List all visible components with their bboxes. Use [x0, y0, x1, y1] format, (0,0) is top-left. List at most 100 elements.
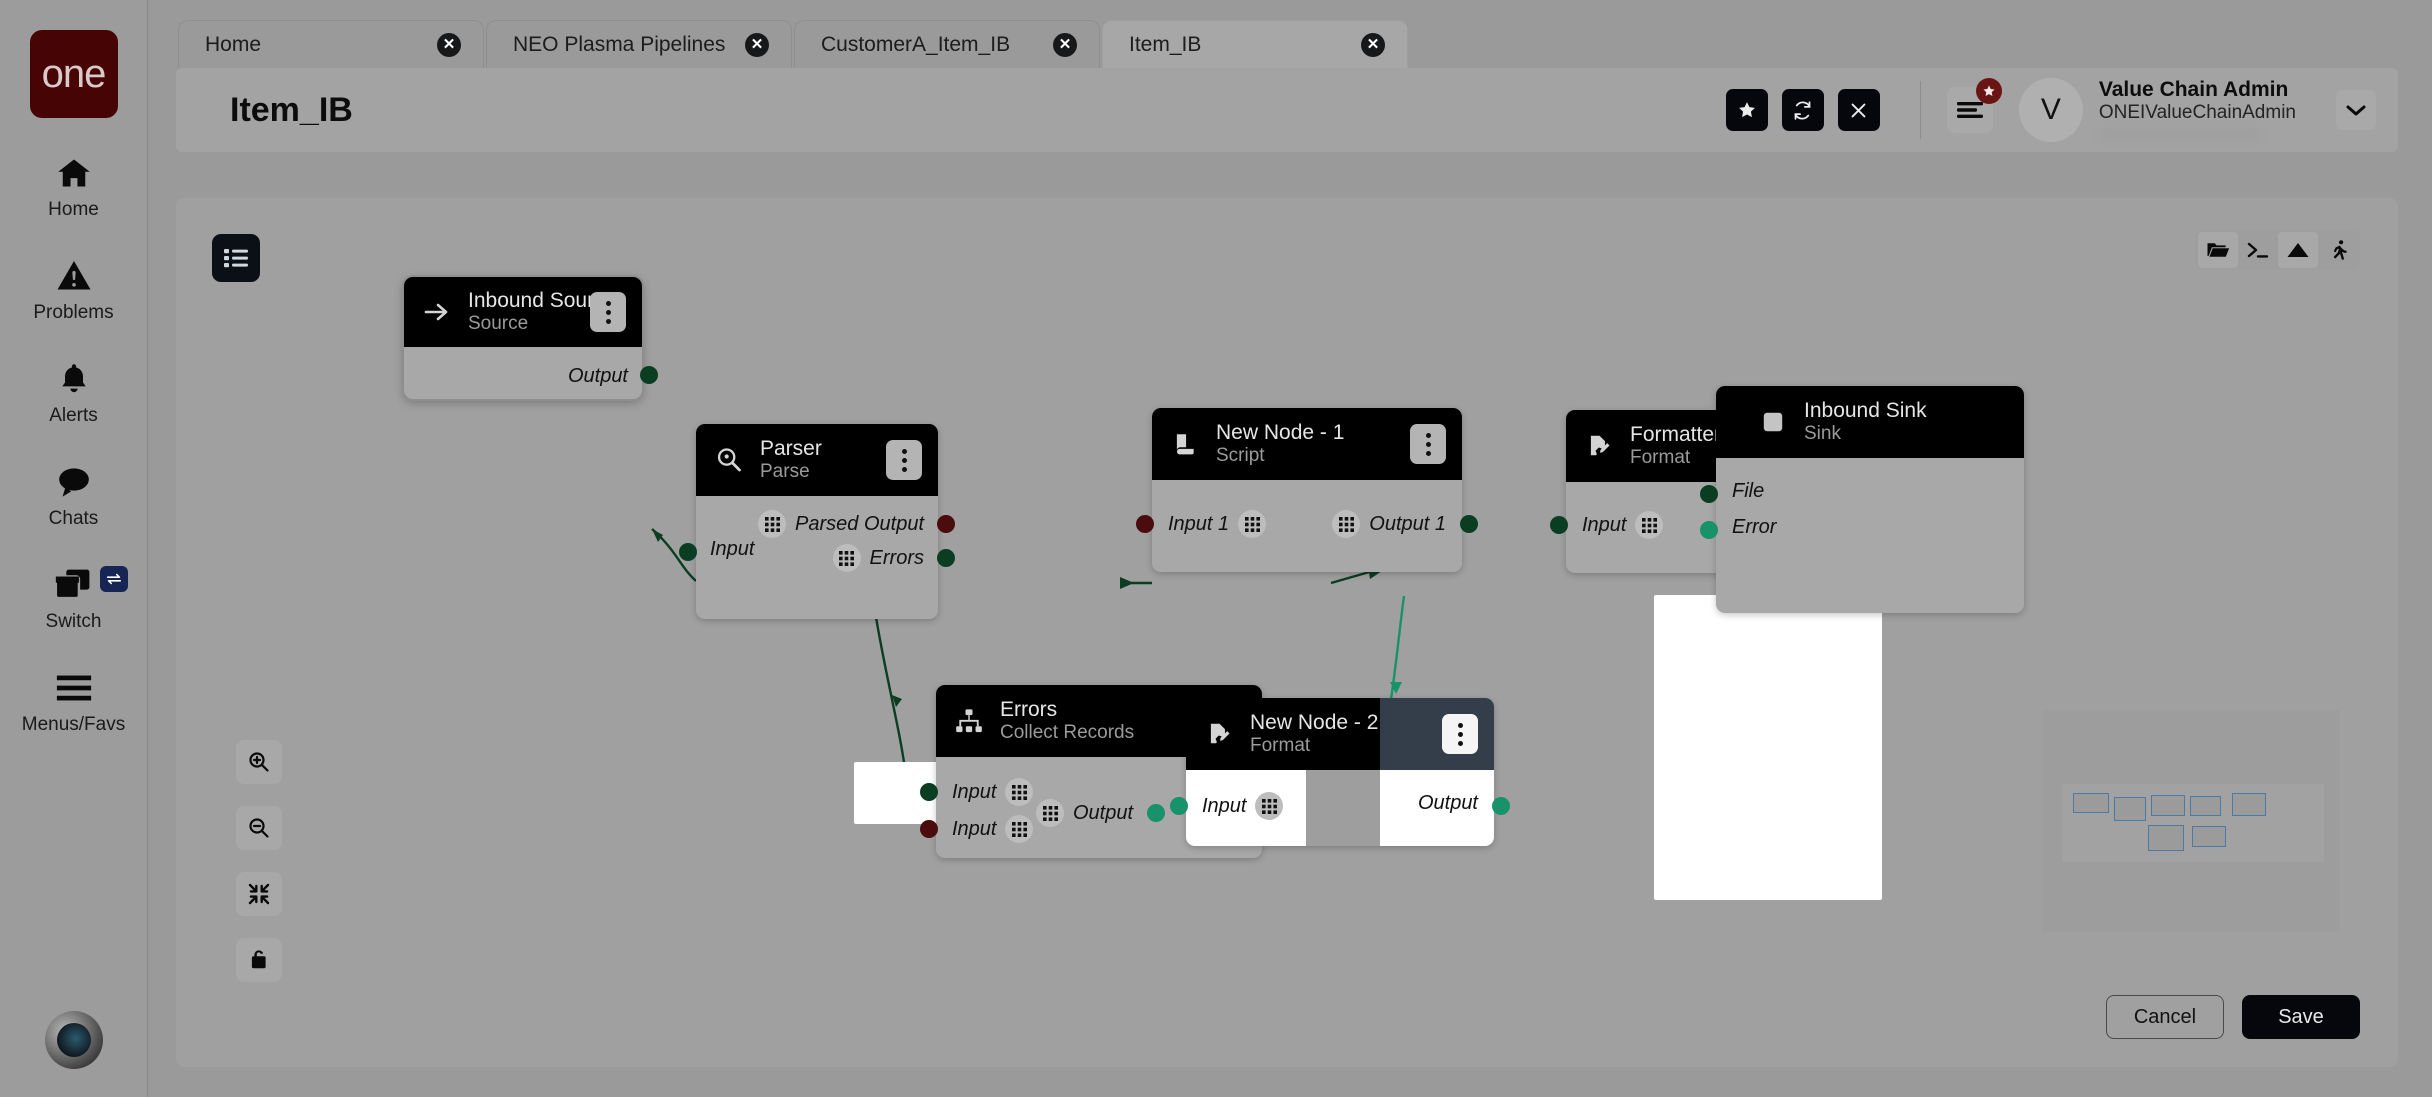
tab-label: Item_IB: [1129, 32, 1202, 56]
chevron-down-icon: [2346, 105, 2366, 116]
fit-to-screen-button[interactable]: [236, 872, 282, 916]
port-input[interactable]: Input: [1170, 792, 1284, 820]
run-tool[interactable]: [2318, 232, 2358, 268]
node-title: Errors: [1000, 697, 1058, 721]
port-dot[interactable]: [640, 366, 658, 384]
redacted-field: [2098, 126, 2259, 143]
lock-toggle-button[interactable]: [236, 938, 282, 982]
port-parsed-output[interactable]: Parsed Output: [758, 510, 955, 538]
port-dot[interactable]: [1700, 521, 1718, 539]
tab-label: CustomerA_Item_IB: [821, 32, 1011, 56]
sidebar-item-label: Problems: [33, 302, 114, 323]
close-icon[interactable]: ✕: [437, 32, 461, 57]
node-new-node-2[interactable]: New Node - 2 Format Input Output: [1170, 698, 1510, 846]
node-menu-button[interactable]: [1442, 714, 1478, 754]
node-titles: New Node - 2 Format: [1250, 711, 1428, 758]
port-label: Parsed Output: [795, 512, 924, 535]
port-dot[interactable]: [1460, 515, 1478, 533]
avatar-inner: [56, 1023, 91, 1057]
minimap-node: [2232, 793, 2266, 816]
port-dot[interactable]: [937, 515, 955, 533]
close-icon[interactable]: ✕: [1053, 32, 1077, 57]
port-dot[interactable]: [1136, 515, 1154, 533]
cancel-button[interactable]: Cancel: [2106, 995, 2224, 1039]
node-parser[interactable]: Parser Parse Parsed Output Input Errors: [679, 424, 955, 619]
image-tool[interactable]: [2278, 232, 2318, 268]
port-input[interactable]: Input: [679, 538, 754, 561]
port-dot[interactable]: [920, 783, 938, 801]
port-output[interactable]: Output: [568, 359, 658, 393]
port-label: Input: [952, 780, 997, 803]
close-icon[interactable]: ✕: [1361, 32, 1385, 57]
port-output-1[interactable]: Output 1: [1332, 510, 1478, 538]
collapse-arrows-icon: [248, 883, 270, 905]
port-dot[interactable]: [1170, 797, 1188, 815]
node-title: Parser: [760, 436, 822, 460]
swap-arrows-icon[interactable]: [99, 566, 128, 592]
zoom-in-button[interactable]: [236, 740, 282, 784]
port-dot[interactable]: [1550, 516, 1568, 534]
sidebar-item-chats[interactable]: Chats: [14, 461, 134, 530]
grid-icon: [1255, 792, 1284, 820]
port-label: Output 1: [1369, 512, 1446, 535]
brand-logo[interactable]: one: [29, 30, 118, 118]
terminal-tool[interactable]: [2238, 232, 2278, 268]
node-header: New Node - 2 Format: [1186, 698, 1494, 770]
node-inbound-sink[interactable]: Inbound Sink Sink File Error: [1700, 386, 2024, 613]
tab-item-ib[interactable]: Item_IB ✕: [1102, 20, 1408, 68]
grid-icon: [1635, 511, 1664, 539]
port-dot[interactable]: [1700, 485, 1718, 503]
sidebar-item-problems[interactable]: Problems: [14, 255, 134, 324]
port-errors[interactable]: Errors: [832, 544, 955, 572]
tab-home[interactable]: Home ✕: [178, 20, 484, 68]
node-new-node-1[interactable]: New Node - 1 Script Input 1 Output 1: [1136, 408, 1478, 572]
port-dot[interactable]: [937, 549, 955, 567]
node-list-button[interactable]: [212, 234, 260, 282]
port-dot[interactable]: [1147, 804, 1166, 822]
menu-lines-icon: [1956, 102, 1983, 118]
refresh-button[interactable]: [1781, 89, 1824, 131]
user-avatar[interactable]: V: [2018, 78, 2083, 142]
sidebar-item-switch[interactable]: Switch: [14, 564, 134, 633]
node-menu-button[interactable]: [590, 292, 626, 332]
node-menu-button[interactable]: [886, 440, 922, 480]
save-button[interactable]: Save: [2242, 995, 2360, 1039]
minimap[interactable]: [2042, 710, 2340, 932]
user-menu-button[interactable]: [2336, 90, 2376, 130]
node-subtitle: Collect Records: [1000, 721, 1135, 743]
close-button[interactable]: [1837, 89, 1880, 131]
open-folder-tool[interactable]: [2198, 232, 2238, 268]
port-dot[interactable]: [679, 543, 697, 561]
header-menu-button[interactable]: [1946, 78, 2002, 133]
sidebar-item-menus-favs[interactable]: Menus/Favs: [14, 667, 134, 736]
hierarchy-icon: [952, 708, 986, 734]
port-output[interactable]: Output: [1418, 792, 1510, 815]
port-file[interactable]: File: [1700, 480, 1764, 503]
chat-bubble-icon: [55, 461, 93, 503]
avatar[interactable]: [44, 1011, 103, 1069]
port-input[interactable]: Input: [1550, 511, 1664, 539]
sidebar-item-home[interactable]: Home: [14, 152, 134, 221]
port-output[interactable]: Output: [1036, 799, 1166, 827]
port-dot[interactable]: [920, 820, 938, 838]
canvas-toolbar: [2196, 230, 2360, 270]
port-dot[interactable]: [1492, 797, 1510, 815]
node-titles: Inbound Sink Sink: [1804, 399, 2008, 446]
node-menu-button[interactable]: [1410, 424, 1446, 464]
port-error[interactable]: Error: [1700, 516, 1776, 539]
unlocked-padlock-icon: [251, 950, 266, 969]
zoom-out-button[interactable]: [236, 806, 282, 850]
close-icon[interactable]: ✕: [745, 32, 769, 57]
tab-customera-item-ib[interactable]: CustomerA_Item_IB ✕: [794, 20, 1100, 68]
port-input-b[interactable]: Input: [920, 815, 1034, 843]
favorite-button[interactable]: [1725, 89, 1768, 131]
port-input-a[interactable]: Input: [920, 778, 1034, 806]
tab-neo-plasma-pipelines[interactable]: NEO Plasma Pipelines ✕: [486, 20, 792, 68]
folder-open-icon: [2207, 243, 2230, 257]
node-inbound-source[interactable]: Inbound Source Source Output: [404, 277, 658, 399]
sidebar-item-alerts[interactable]: Alerts: [14, 358, 134, 427]
grid-icon: [1036, 799, 1064, 827]
node-body: Input 1 Output 1: [1136, 480, 1478, 572]
page-header: Item_IB V Value Chain Admin ONEIValueCha…: [176, 68, 2398, 152]
port-input-1[interactable]: Input 1: [1136, 510, 1267, 538]
